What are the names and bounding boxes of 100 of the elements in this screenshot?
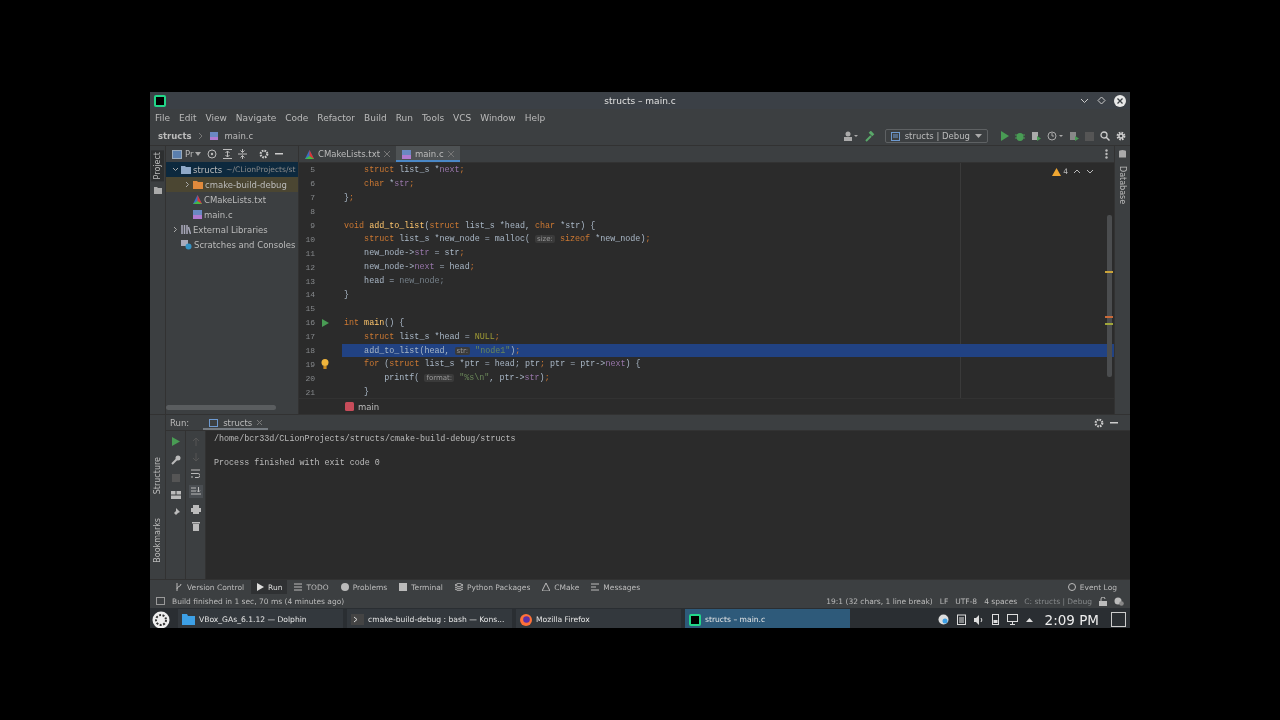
collapse-all-icon[interactable] [238,149,248,159]
lightbulb-icon[interactable] [321,359,329,370]
menu-item[interactable]: Edit [179,113,197,123]
launcher-icon[interactable] [152,610,170,628]
menu-item[interactable]: View [205,113,227,123]
menu-item[interactable]: Code [285,113,309,123]
chevron-down-icon[interactable] [1086,169,1094,174]
console-tab[interactable]: structs [203,415,269,430]
line-number: 13 [304,276,315,286]
layers-icon [454,583,463,591]
folder-icon [153,187,162,195]
settings-icon[interactable] [1116,131,1126,141]
terminal-icon [399,583,408,591]
triangle-icon [193,195,202,204]
menu-item[interactable]: Build [364,113,387,123]
breadcrumb-item[interactable]: main [358,401,380,412]
line-number: 19 [304,359,315,369]
close-icon[interactable] [1114,94,1126,107]
breadcrumb-item[interactable]: structs [158,131,192,141]
menu-item[interactable]: VCS [453,113,472,123]
code-line: struct list_s *next; [363,164,465,175]
branch-icon [175,583,183,591]
clock[interactable]: 2:09 PM [1044,611,1099,628]
menu-item[interactable]: Run [395,113,413,123]
menu-item[interactable]: Tools [421,113,445,123]
run-configuration-dropdown[interactable]: structs | Debug [884,129,988,143]
clipboard-icon[interactable] [956,614,966,625]
window-icon [890,131,900,141]
maximize-icon[interactable] [1097,96,1106,105]
code-line: }; [344,192,355,203]
tool-window-tab[interactable]: Structure [151,455,164,497]
tree-item[interactable]: cmake-build-debug [166,177,298,192]
scroll-to-end-icon[interactable] [188,485,203,498]
c-file-icon [208,131,219,141]
crosshair-icon[interactable] [207,149,218,159]
more-icon[interactable] [1105,149,1108,159]
tree-item[interactable]: Scratches and Consoles [166,237,298,252]
settings-icon[interactable] [259,149,270,159]
menu-item[interactable]: Navigate [235,113,277,123]
expand-all-icon[interactable] [223,149,233,159]
line-number: 10 [304,234,315,244]
database-icon [1119,150,1126,158]
play-icon [256,583,265,591]
usb-drive-icon[interactable] [991,614,999,625]
settings-icon[interactable] [1094,417,1104,428]
line-number: 16 [304,318,315,328]
warning-icon[interactable] [1052,167,1062,176]
caret-icon[interactable] [195,152,202,156]
chevron-icon[interactable] [172,166,179,173]
hammer-icon[interactable] [863,130,875,142]
trash-icon[interactable] [191,521,200,531]
minimize-icon[interactable] [275,153,284,155]
show-desktop-icon[interactable] [1111,612,1126,627]
scrollbar-thumb[interactable] [1107,215,1112,377]
tree-item[interactable]: External Libraries [166,222,298,237]
menu-item[interactable]: Window [480,113,516,123]
tree-item[interactable]: main.c [166,207,298,222]
user-icon[interactable] [843,131,858,141]
panel-icon [172,149,182,159]
network-icon[interactable] [1006,614,1018,625]
window-icon[interactable] [156,597,165,605]
chevron-up-icon[interactable] [1073,169,1081,174]
database-tool-tab[interactable]: Database [1116,164,1129,207]
triangle-icon [305,149,314,159]
view-selector[interactable]: Pr [185,149,194,159]
caret-up-icon[interactable] [1025,617,1033,622]
line-number: 5 [309,165,315,175]
menu-item[interactable]: File [155,113,171,123]
wrench-icon[interactable] [170,455,181,465]
scrollbar-thumb[interactable] [166,405,276,410]
menu-item[interactable]: Help [524,113,546,123]
tree-item[interactable]: CMakeLists.txt [166,192,298,207]
line-number: 21 [304,387,315,397]
run-icon[interactable] [321,318,329,327]
run-icon[interactable] [171,437,180,446]
menu-item[interactable]: Refactor [317,113,356,123]
minimize-icon[interactable] [1080,96,1089,105]
editor-tab[interactable]: main.c [396,146,460,162]
line-number: 14 [304,290,315,300]
update-icon[interactable] [937,614,949,625]
layout-icon[interactable] [170,491,181,499]
code-line: for (struct list_s *ptr = head; ptr; ptr = ptr->next) { [363,359,641,370]
lock-icon[interactable] [1099,596,1107,606]
soft-wrap-icon[interactable] [191,469,200,478]
tool-window-tab[interactable]: Bookmarks [151,516,164,565]
line-number: 11 [304,248,315,258]
project-tool-tab[interactable]: Project [151,150,164,182]
chevron-icon[interactable] [172,226,179,233]
editor-tab[interactable]: CMakeLists.txt [299,146,396,162]
chevron-icon[interactable] [184,181,191,188]
code-line: new_node->str = str; [363,248,465,259]
print-icon[interactable] [190,505,201,514]
minimize-icon[interactable] [1110,421,1118,424]
volume-icon[interactable] [973,614,984,625]
search-icon[interactable] [1100,131,1110,141]
line-number: 17 [304,332,315,342]
console-line: /home/bcr33d/CLionProjects/structs/cmake-build-debug/structs [214,434,517,444]
breadcrumb-item[interactable]: main.c [224,131,254,141]
bug-icon[interactable] [1015,131,1025,141]
run-icon[interactable] [1000,131,1009,141]
